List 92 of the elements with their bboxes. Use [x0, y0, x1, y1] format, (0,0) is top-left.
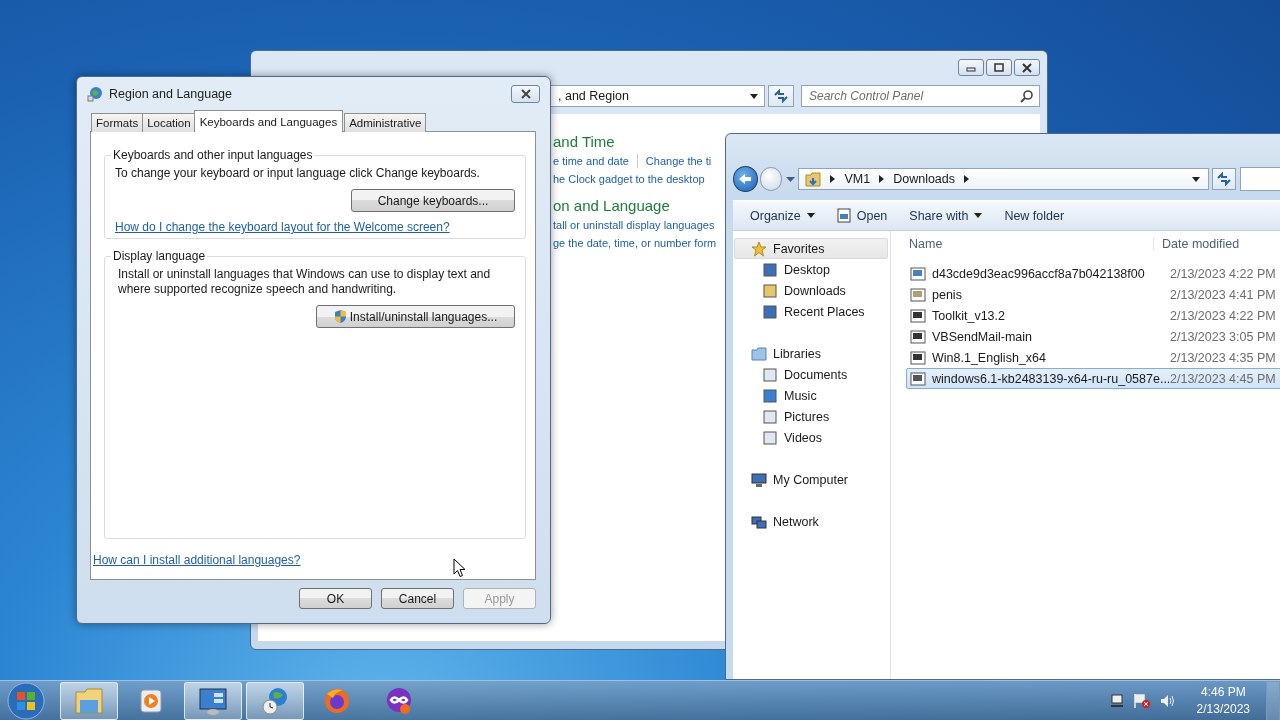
taskbar-button[interactable]: [246, 681, 304, 720]
maximize-button[interactable]: [986, 59, 1012, 76]
category-heading[interactable]: and Time: [553, 132, 615, 152]
task-link[interactable]: ge the date, time, or number form: [553, 234, 717, 252]
globe-icon: [87, 86, 103, 102]
clock-time: 4:46 PM: [1200, 683, 1246, 701]
navigation-item[interactable]: My Computer: [733, 469, 890, 490]
refresh-icon: [1215, 172, 1232, 186]
task-link[interactable]: he Clock gadget to the desktop: [553, 170, 705, 188]
category-heading[interactable]: on and Language: [553, 196, 670, 216]
task-link[interactable]: Change the ti: [645, 152, 712, 170]
chevron-icon[interactable]: [964, 175, 970, 183]
start-button[interactable]: [6, 680, 48, 720]
tab[interactable]: Location: [142, 113, 196, 132]
navigation-item[interactable]: Desktop: [733, 259, 890, 280]
column-header[interactable]: Name: [891, 237, 1154, 251]
navigation-item[interactable]: Recent Places: [733, 301, 890, 322]
control-panel-icon: [197, 685, 229, 716]
navigation-item[interactable]: Music: [733, 385, 890, 406]
dropdown-icon[interactable]: [750, 93, 759, 99]
window-title: Region and Language: [109, 87, 233, 101]
maximize-icon: [993, 62, 1005, 73]
dialog-button[interactable]: Cancel: [381, 588, 454, 609]
toolbar-button[interactable]: Open: [825, 203, 899, 228]
navigation-item[interactable]: Downloads: [733, 280, 890, 301]
library-icon: [751, 345, 767, 362]
tab[interactable]: Keyboards and Languages: [193, 110, 344, 132]
minimize-button[interactable]: [958, 59, 984, 76]
back-button[interactable]: [733, 166, 758, 192]
group-label: Keyboards and other input languages: [112, 148, 314, 162]
toolbar-button[interactable]: Share with: [898, 203, 994, 228]
tab[interactable]: Formats: [91, 113, 144, 132]
tab[interactable]: Administrative: [344, 113, 427, 132]
file-row[interactable]: penis 2/13/2023 4:41 PM: [906, 284, 1280, 305]
toolbar-button[interactable]: Organize: [739, 203, 826, 228]
star-icon: [751, 240, 767, 257]
network-icon: [1108, 692, 1125, 709]
navigation-item[interactable]: Documents: [733, 364, 890, 385]
computer-icon: [751, 471, 767, 488]
file-row[interactable]: VBSendMail-main 2/13/2023 3:05 PM: [906, 326, 1280, 347]
search-icon: [1020, 89, 1034, 103]
action-button[interactable]: Install/uninstall languages...: [316, 305, 515, 328]
task-link[interactable]: tall or uninstall display languages: [553, 216, 715, 234]
dialog-button[interactable]: OK: [299, 588, 372, 609]
breadcrumb-item[interactable]: Downloads: [893, 172, 956, 186]
column-header[interactable]: Date modified: [1154, 237, 1240, 251]
refresh-button[interactable]: [768, 85, 794, 107]
navigation-item[interactable]: Pictures: [733, 406, 890, 427]
caret-icon[interactable]: [786, 176, 796, 182]
close-icon: [519, 89, 532, 99]
action-button[interactable]: Change keyboards...: [351, 189, 515, 212]
file-row[interactable]: Toolkit_v13.2 2/13/2023 4:22 PM: [906, 305, 1280, 326]
package-file-icon: [910, 370, 926, 387]
help-link[interactable]: How can I install additional languages?: [93, 553, 526, 567]
caret-icon: [806, 213, 815, 218]
flag-icon: [1132, 692, 1151, 709]
disc-image-icon: [910, 349, 926, 366]
caret-icon: [974, 213, 983, 218]
file-row[interactable]: Win8.1_English_x64 2/13/2023 4:35 PM: [906, 347, 1280, 368]
clock-date: 2/13/2023: [1196, 700, 1250, 718]
description-text: To change your keyboard or input language click Change keyboards.: [115, 166, 480, 181]
file-row[interactable]: windows6.1-kb2483139-x64-ru-ru_0587e...2/13/2023 4:45 PM: [906, 368, 1280, 389]
close-icon: [1021, 62, 1033, 73]
back-arrow-icon: [738, 173, 753, 185]
group-label: Display language: [112, 249, 207, 263]
dropdown-icon[interactable]: [1191, 176, 1200, 182]
task-link[interactable]: e time and date: [553, 152, 629, 170]
certificate-file-icon: [910, 286, 926, 303]
chevron-icon[interactable]: [879, 175, 885, 183]
navigation-item[interactable]: Network: [733, 511, 890, 532]
refresh-icon: [773, 89, 790, 103]
close-button[interactable]: [1014, 59, 1040, 76]
file-row[interactable]: d43cde9d3eac996accf8a7b042138f00 2/13/2023 4:22 PM: [906, 263, 1280, 284]
address-field[interactable]: VM1 Downloads: [798, 168, 1209, 190]
description-text: Install or uninstall languages that Windows can use to display text and where supported recognize speech and handwriting.: [118, 267, 492, 297]
toolbar-button[interactable]: New folder: [993, 203, 1076, 228]
navigation-item[interactable]: Favorites: [734, 238, 888, 259]
search-field[interactable]: Search Control Panel: [801, 85, 1040, 107]
refresh-button[interactable]: [1211, 168, 1237, 190]
archive-file-icon: [910, 328, 926, 345]
archive-file-icon: [910, 307, 926, 324]
taskbar-button[interactable]: [184, 681, 242, 720]
close-button[interactable]: [511, 85, 540, 103]
breadcrumb-item[interactable]: VM1: [844, 172, 871, 186]
help-link[interactable]: How do I change the keyboard layout for the Welcome screen?: [115, 220, 450, 234]
chevron-icon[interactable]: [830, 175, 836, 183]
clock[interactable]: 4:46 PM 2/13/2023: [1192, 683, 1254, 718]
network-icon: [751, 513, 767, 530]
image-file-icon: [910, 265, 926, 282]
shield-icon: [333, 309, 347, 324]
navigation-item[interactable]: Videos: [733, 427, 890, 448]
navigation-item[interactable]: Libraries: [733, 343, 890, 364]
